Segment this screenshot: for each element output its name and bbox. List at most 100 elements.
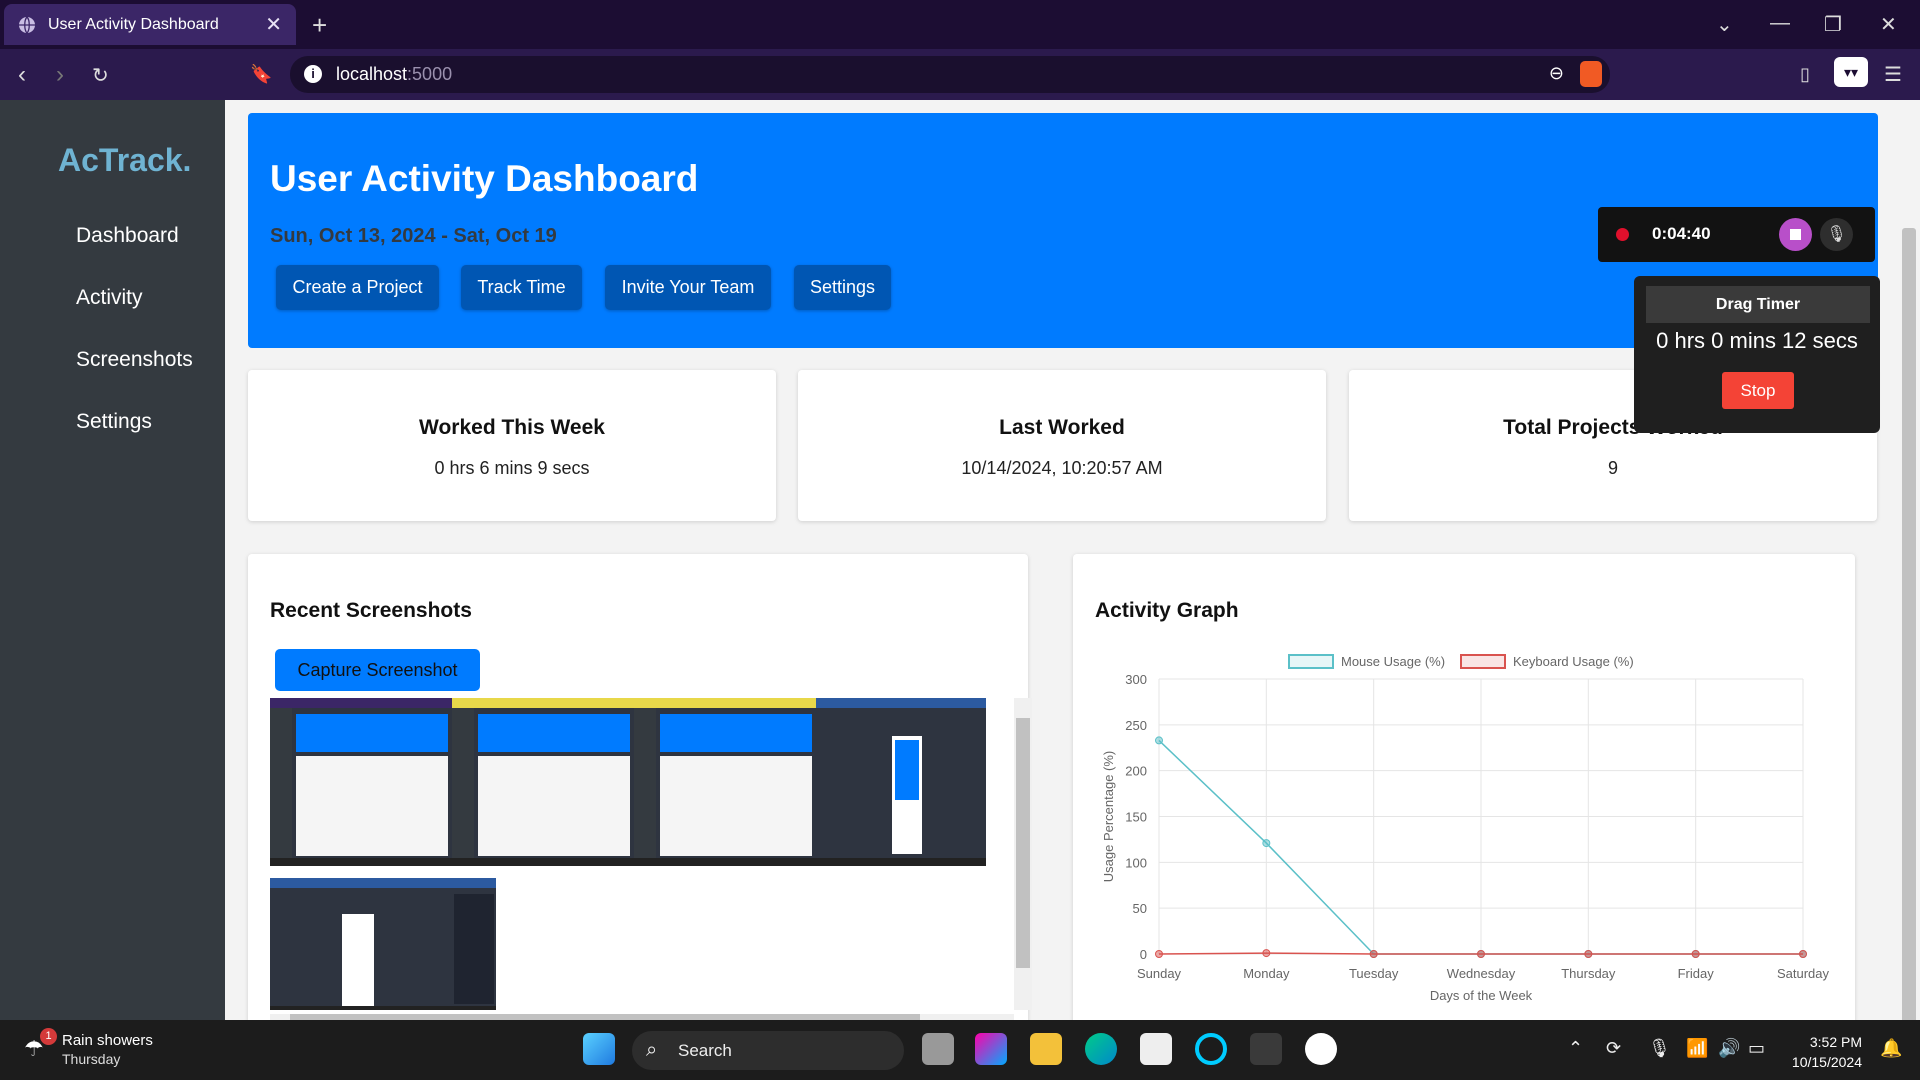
menu-icon[interactable]: ☰: [1884, 62, 1902, 87]
edge-icon[interactable]: [1085, 1033, 1117, 1065]
volume-icon[interactable]: 🔊: [1718, 1038, 1740, 1059]
stop-recording-button[interactable]: [1779, 218, 1812, 251]
wifi-icon[interactable]: 📶: [1686, 1038, 1708, 1059]
url-bar[interactable]: i localhost:5000 ⊖: [290, 56, 1610, 93]
tab-search-icon[interactable]: ⌄: [1716, 12, 1733, 37]
settings-button[interactable]: Settings: [794, 265, 891, 310]
restore-icon[interactable]: ❐: [1824, 12, 1842, 37]
legend-label: Keyboard Usage (%): [1513, 654, 1634, 669]
y-tick-label: 100: [1125, 855, 1147, 870]
screenshot-thumbnail[interactable]: [270, 698, 452, 866]
site-info-icon[interactable]: i: [304, 65, 322, 83]
brave-shield-icon[interactable]: [1580, 61, 1602, 87]
y-tick-label: 50: [1133, 901, 1147, 916]
wallet-icon[interactable]: ▾▾: [1834, 57, 1868, 87]
globe-icon: [19, 16, 35, 33]
search-label: Search: [678, 1040, 732, 1060]
store-icon[interactable]: [1140, 1033, 1172, 1065]
sidebar-toggle-icon[interactable]: ▯: [1800, 64, 1810, 85]
close-tab-icon[interactable]: ✕: [265, 12, 282, 37]
screenshot-thumbnail[interactable]: [452, 698, 634, 866]
weather-day: Thursday: [62, 1051, 121, 1067]
create-project-button[interactable]: Create a Project: [276, 265, 439, 310]
new-tab-button[interactable]: +: [312, 10, 327, 41]
x-tick-label: Monday: [1243, 966, 1290, 981]
legend-swatch: [1460, 654, 1506, 669]
legend-swatch: [1288, 654, 1334, 669]
drag-timer-title[interactable]: Drag Timer: [1646, 286, 1870, 323]
screenshot-thumbnail[interactable]: [634, 698, 816, 866]
url-port: :5000: [407, 64, 453, 84]
screenshot-thumbnail[interactable]: [816, 698, 986, 866]
taskbar-clock[interactable]: 3:52 PM 10/15/2024: [1778, 1032, 1862, 1072]
file-explorer-icon[interactable]: [1030, 1033, 1062, 1065]
sync-icon[interactable]: ⟳: [1606, 1038, 1621, 1059]
page-content: AcTrack. Dashboard Activity Screenshots …: [0, 100, 1920, 1020]
bookmark-icon[interactable]: 🔖: [250, 64, 272, 85]
back-icon[interactable]: ‹: [18, 61, 26, 89]
x-tick-label: Saturday: [1777, 966, 1830, 981]
y-tick-label: 250: [1125, 718, 1147, 733]
app-icon[interactable]: [1250, 1033, 1282, 1065]
microphone-tray-icon[interactable]: 🎙: [1648, 1038, 1671, 1059]
page-scrollbar[interactable]: [1898, 200, 1920, 1020]
screenshot-scrollbar[interactable]: [1014, 698, 1032, 1010]
show-hidden-icons[interactable]: ⌃: [1568, 1038, 1583, 1059]
date-range: Sun, Oct 13, 2024 - Sat, Oct 19: [270, 225, 557, 247]
data-point: [1155, 950, 1163, 958]
battery-icon[interactable]: ▭: [1748, 1038, 1765, 1059]
forward-icon[interactable]: ›: [56, 61, 64, 89]
y-axis-label: Usage Percentage (%): [1101, 751, 1116, 883]
data-point: [1799, 950, 1807, 958]
taskbar-search[interactable]: ⌕ Search: [632, 1031, 904, 1070]
activity-graph-panel: Activity Graph 0 50 100 150 200 250 300 Sunday M…: [1073, 554, 1855, 1020]
notifications-icon[interactable]: 🔔: [1880, 1038, 1902, 1059]
recorder-bar: 0:04:40 🎙: [1598, 207, 1875, 262]
close-window-icon[interactable]: ✕: [1880, 12, 1897, 37]
zoom-icon[interactable]: ⊖: [1549, 63, 1564, 84]
app-icon[interactable]: [1305, 1033, 1337, 1065]
reload-icon[interactable]: ↻: [92, 63, 109, 88]
card-title: Worked This Week: [419, 416, 605, 439]
last-worked-card: Last Worked 10/14/2024, 10:20:57 AM: [798, 370, 1326, 521]
card-value: 0 hrs 6 mins 9 secs: [434, 458, 590, 478]
address-toolbar: ‹ › ↻ 🔖 i localhost:5000 ⊖ ▯ ▾▾ ☰: [0, 49, 1920, 100]
stop-timer-button[interactable]: Stop: [1722, 372, 1794, 409]
data-point: [1262, 949, 1271, 958]
drag-timer-widget[interactable]: Drag Timer 0 hrs 0 mins 12 secs Stop: [1634, 276, 1880, 433]
data-point: [1155, 736, 1163, 745]
y-tick-label: 150: [1125, 810, 1147, 825]
alexa-icon[interactable]: [1195, 1033, 1227, 1065]
track-time-button[interactable]: Track Time: [461, 265, 582, 310]
browser-tab[interactable]: User Activity Dashboard ✕: [4, 4, 296, 45]
sidebar-item-activity[interactable]: Activity: [76, 286, 143, 310]
sidebar-item-screenshots[interactable]: Screenshots: [76, 348, 193, 372]
sidebar-item-dashboard[interactable]: Dashboard: [76, 224, 179, 248]
data-point: [1369, 950, 1378, 958]
search-icon: ⌕: [646, 1039, 658, 1061]
weather-title: Rain showers: [62, 1032, 153, 1049]
card-title: Last Worked: [999, 416, 1125, 439]
x-tick-label: Wednesday: [1447, 966, 1516, 981]
microphone-icon[interactable]: 🎙: [1820, 218, 1853, 251]
y-tick-label: 200: [1125, 764, 1147, 779]
clock-date: 10/15/2024: [1791, 1054, 1862, 1070]
sidebar-item-settings[interactable]: Settings: [76, 410, 152, 434]
section-title: Recent Screenshots: [270, 599, 472, 622]
screenshot-thumbnail[interactable]: [270, 878, 496, 1010]
activity-chart: 0 50 100 150 200 250 300 Sunday Monday Tuesday Wed…: [1101, 654, 1830, 1003]
worked-this-week-card: Worked This Week 0 hrs 6 mins 9 secs: [248, 370, 776, 521]
taskbar: ☂ 1 Rain showers Thursday ⌕ Search ⌃ ⟳ 🎙…: [0, 1020, 1920, 1080]
minimize-icon[interactable]: —: [1770, 12, 1790, 35]
capture-screenshot-button[interactable]: Capture Screenshot: [275, 649, 480, 691]
start-icon[interactable]: [583, 1033, 615, 1065]
invite-team-button[interactable]: Invite Your Team: [605, 265, 771, 310]
weather-widget[interactable]: Rain showers Thursday: [62, 1032, 153, 1067]
drag-timer-value: 0 hrs 0 mins 12 secs: [1656, 328, 1858, 353]
card-value: 9: [1607, 458, 1618, 478]
copilot-icon[interactable]: [975, 1033, 1007, 1065]
task-view-icon[interactable]: [922, 1033, 954, 1065]
recent-screenshots-panel: Recent Screenshots Capture Screenshot: [248, 554, 1032, 1020]
stop-icon: [1790, 229, 1801, 240]
x-tick-label: Tuesday: [1349, 966, 1399, 981]
